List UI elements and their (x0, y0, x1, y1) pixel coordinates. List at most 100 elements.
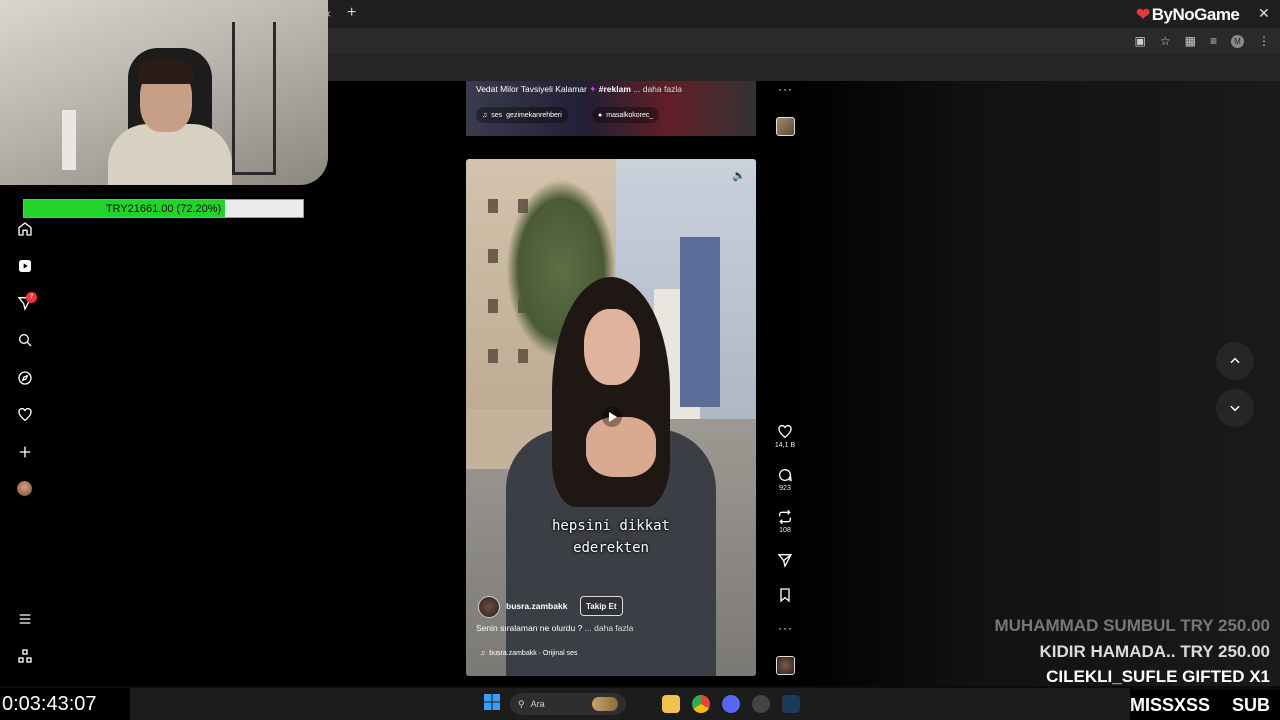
reel-caption-text: Senin sıralaman ne olurdu ? (476, 623, 583, 633)
reel-subtitle-line2: ederekten (573, 540, 649, 556)
messages-badge: 7 (26, 292, 37, 303)
profile-avatar[interactable] (17, 481, 32, 496)
play-pause-icon[interactable] (602, 407, 622, 427)
previous-reel-button[interactable] (1216, 342, 1254, 380)
taskbar-apps (662, 695, 800, 713)
reading-list-icon[interactable]: ≡ (1210, 34, 1217, 48)
alert-donation-2: KIDIR HAMADA.. TRY 250.00 (1039, 642, 1271, 661)
follow-button[interactable]: Takip Et (580, 596, 623, 616)
reel-more-options[interactable]: ··· (778, 621, 793, 635)
browser-toolbar-icons: ▣ ☆ ▦ ≡ M ⋮ (1135, 34, 1270, 48)
home-icon[interactable] (16, 220, 34, 238)
previous-reel-caption: Vedat Milor Tavsiyeli Kalamar ✦ #reklam … (476, 84, 682, 95)
taskbar-search[interactable]: ⚲ Ara (510, 693, 626, 715)
reel-window (488, 349, 498, 363)
reel-user-avatar[interactable] (478, 596, 500, 618)
like-heart-icon[interactable] (777, 424, 793, 440)
previous-reel-more-options[interactable]: ··· (778, 82, 793, 96)
windows-start-icon[interactable] (484, 694, 500, 710)
audio-prefix: ses (491, 111, 503, 119)
reel-window (488, 249, 498, 263)
alert-donation-1: MUHAMMAD SUMBUL TRY 250.00 (994, 616, 1270, 635)
previous-reel-title: Vedat Milor Tavsiyeli Kalamar (476, 84, 587, 94)
like-action[interactable]: 14,1 B (772, 424, 798, 449)
reel-window (488, 299, 498, 313)
chrome-icon[interactable] (692, 695, 710, 713)
previous-reel-audio-thumbnail[interactable] (776, 117, 795, 136)
explore-icon[interactable] (16, 369, 34, 387)
bookmark-star-icon[interactable]: ☆ (1160, 34, 1171, 48)
save-action[interactable] (772, 587, 798, 603)
reel-caption: Senin sıralaman ne olurdu ? ... daha faz… (476, 623, 633, 633)
more-menu-icon[interactable] (16, 610, 34, 628)
current-reel-video[interactable]: 🔈 hepsini dikkat ederekten busra.zambakk… (466, 159, 756, 676)
webcam-lamp (62, 110, 76, 170)
donation-goal-text: TRY21661.00 (72.20%) (105, 202, 222, 215)
also-from-meta-icon[interactable] (16, 647, 34, 665)
reel-window (488, 199, 498, 213)
sparkle-emoji-icon: ✦ (589, 84, 597, 94)
browser-menu-icon[interactable]: ⋮ (1258, 34, 1270, 48)
reel-more-link[interactable]: ... daha fazla (585, 623, 634, 633)
reels-icon[interactable] (16, 257, 34, 275)
previous-reel[interactable]: Vedat Milor Tavsiyeli Kalamar ✦ #reklam … (466, 81, 756, 136)
bynogame-logo-icon: ❤ (1136, 5, 1150, 24)
reel-subtitle-line1: hepsini dikkat (551, 518, 670, 534)
music-note-icon: ♫ (482, 111, 488, 119)
create-plus-icon[interactable] (16, 443, 34, 461)
search-icon[interactable] (16, 331, 34, 349)
comment-icon[interactable] (777, 467, 793, 483)
windows-taskbar (130, 688, 1130, 720)
previous-reel-hashtag[interactable]: #reklam (599, 84, 631, 94)
donation-goal-bar: TRY21661.00 (72.20%) (23, 199, 304, 218)
file-explorer-icon[interactable] (662, 695, 680, 713)
webcam-person-hair (138, 58, 194, 84)
new-tab-button[interactable]: + (347, 4, 356, 22)
steam-icon[interactable] (782, 695, 800, 713)
reel-audio-thumbnail[interactable] (776, 656, 795, 675)
comment-action[interactable]: 923 (772, 467, 798, 492)
comment-count: 923 (779, 485, 791, 492)
reel-audio-info[interactable]: ♫ busra.zambakk · Orijinal ses (480, 650, 578, 657)
webcam-person-body (108, 124, 232, 185)
window-close-button[interactable]: ✕ (1258, 5, 1270, 22)
bynogame-logo: ❤ ByNoGame (1136, 5, 1240, 25)
user-icon: ● (598, 111, 603, 119)
bynogame-brand-text: ByNoGame (1151, 5, 1240, 24)
previous-reel-tagged-user[interactable]: ● masalkokorec_ (592, 107, 660, 123)
page-background-right (790, 81, 1280, 686)
settings-app-icon[interactable] (752, 695, 770, 713)
bookmark-icon[interactable] (777, 587, 793, 603)
share-action[interactable] (772, 552, 798, 568)
search-highlight-icon (592, 697, 618, 711)
install-app-icon[interactable]: ▣ (1135, 34, 1146, 48)
repost-action[interactable]: 108 (772, 509, 798, 534)
stream-timer: 0:03:43:07 (0, 688, 132, 720)
taskbar-search-placeholder: Ara (530, 699, 545, 709)
extensions-icon[interactable]: ▦ (1185, 34, 1196, 48)
notifications-heart-icon[interactable] (16, 406, 34, 424)
reel-username[interactable]: busra.zambakk (506, 601, 567, 611)
music-note-icon: ♫ (480, 650, 486, 657)
sound-toggle-icon[interactable]: 🔈 (732, 169, 746, 182)
share-send-icon[interactable] (777, 552, 793, 568)
webcam-shelf (232, 22, 276, 175)
previous-reel-audio[interactable]: ♫ ses gezimekanrehberi (476, 107, 568, 123)
reel-person-face (584, 309, 640, 385)
previous-reel-more-link[interactable]: ... daha fazla (633, 84, 682, 94)
repost-icon[interactable] (777, 509, 793, 525)
repost-count: 108 (779, 527, 791, 534)
sub-label: SUB (1231, 694, 1270, 715)
audio-source: gezimekanrehberi (506, 111, 562, 119)
reel-building-blue (680, 237, 720, 407)
profile-avatar-button[interactable]: M (1231, 34, 1244, 48)
taskbar-start (484, 694, 500, 710)
reel-audio-text: busra.zambakk · Orijinal ses (489, 650, 578, 657)
chevron-down-icon (1230, 405, 1240, 412)
streamer-webcam (0, 0, 328, 185)
tagged-username: masalkokorec_ (606, 111, 654, 119)
discord-icon[interactable] (722, 695, 740, 713)
like-count: 14,1 B (774, 442, 796, 449)
alert-gift: CILEKLI_SUFLE GIFTED X1 (1046, 667, 1270, 686)
next-reel-button[interactable] (1216, 389, 1254, 427)
